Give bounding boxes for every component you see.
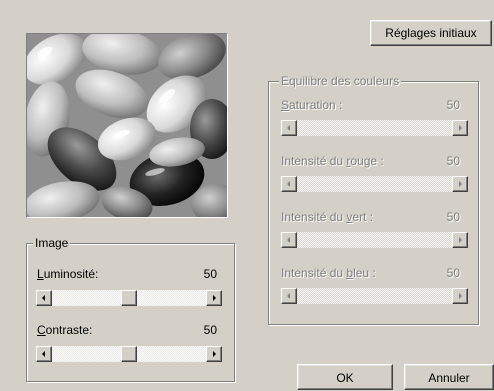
contrast-label: Contraste:	[37, 323, 93, 337]
brightness-label: Luminosité:	[37, 267, 99, 281]
contrast-slider[interactable]	[36, 346, 222, 362]
ok-button[interactable]: OK	[297, 364, 393, 390]
green-intensity-slider	[281, 232, 468, 248]
scroll-right-arrow-icon	[452, 232, 468, 248]
scroll-left-arrow-icon[interactable]	[36, 346, 52, 362]
red-intensity-label: Intensité du rouge :	[281, 154, 384, 168]
contrast-slider-thumb[interactable]	[121, 346, 137, 362]
blue-intensity-slider	[281, 288, 468, 304]
blue-intensity-value: 50	[446, 266, 460, 280]
scroll-right-arrow-icon	[452, 176, 468, 192]
contrast-value: 50	[203, 323, 217, 337]
red-intensity-value: 50	[446, 154, 460, 168]
reset-defaults-button[interactable]: Réglages initiaux	[370, 20, 492, 46]
color-balance-group-title: Equilibre des couleurs	[279, 74, 402, 88]
cancel-button[interactable]: Annuler	[404, 364, 494, 390]
blue-intensity-label: Intensité du bleu :	[281, 266, 376, 280]
image-preview	[26, 33, 228, 218]
green-intensity-value: 50	[446, 210, 460, 224]
scroll-left-arrow-icon	[281, 288, 297, 304]
green-intensity-label: Intensité du vert :	[281, 210, 374, 224]
saturation-label: Saturation :	[281, 98, 343, 112]
brightness-slider-thumb[interactable]	[121, 290, 137, 306]
scroll-right-arrow-icon[interactable]	[206, 290, 222, 306]
brightness-value: 50	[203, 267, 217, 281]
red-intensity-slider	[281, 176, 468, 192]
scroll-left-arrow-icon	[281, 176, 297, 192]
saturation-slider	[281, 120, 468, 136]
scroll-left-arrow-icon	[281, 120, 297, 136]
brightness-slider[interactable]	[36, 290, 222, 306]
scroll-right-arrow-icon[interactable]	[206, 346, 222, 362]
jelly-beans-image	[27, 34, 227, 217]
scroll-left-arrow-icon[interactable]	[36, 290, 52, 306]
image-group-title: Image	[33, 236, 71, 250]
saturation-value: 50	[446, 98, 460, 112]
scroll-left-arrow-icon	[281, 232, 297, 248]
scroll-right-arrow-icon	[452, 288, 468, 304]
scroll-right-arrow-icon	[452, 120, 468, 136]
